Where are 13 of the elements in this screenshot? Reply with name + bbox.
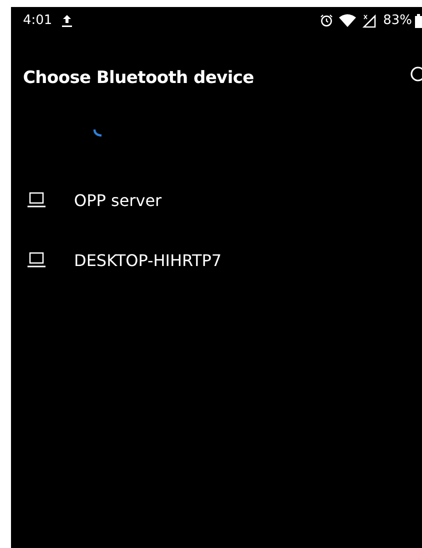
battery-percent: 83%: [383, 13, 412, 28]
screen-title: Choose Bluetooth device: [23, 68, 255, 88]
laptop-icon: [27, 252, 46, 268]
wifi-icon: [339, 14, 356, 27]
alarm-icon: [320, 14, 334, 27]
signal-icon: [362, 14, 378, 28]
laptop-icon: [27, 192, 46, 208]
battery-icon: [415, 14, 422, 28]
status-time: 4:01: [23, 13, 52, 28]
loading-spinner-icon: [93, 129, 103, 137]
device-item[interactable]: DESKTOP-HIHRTP7: [11, 230, 422, 290]
device-item[interactable]: OPP server: [11, 170, 422, 230]
upload-icon: [62, 14, 72, 27]
